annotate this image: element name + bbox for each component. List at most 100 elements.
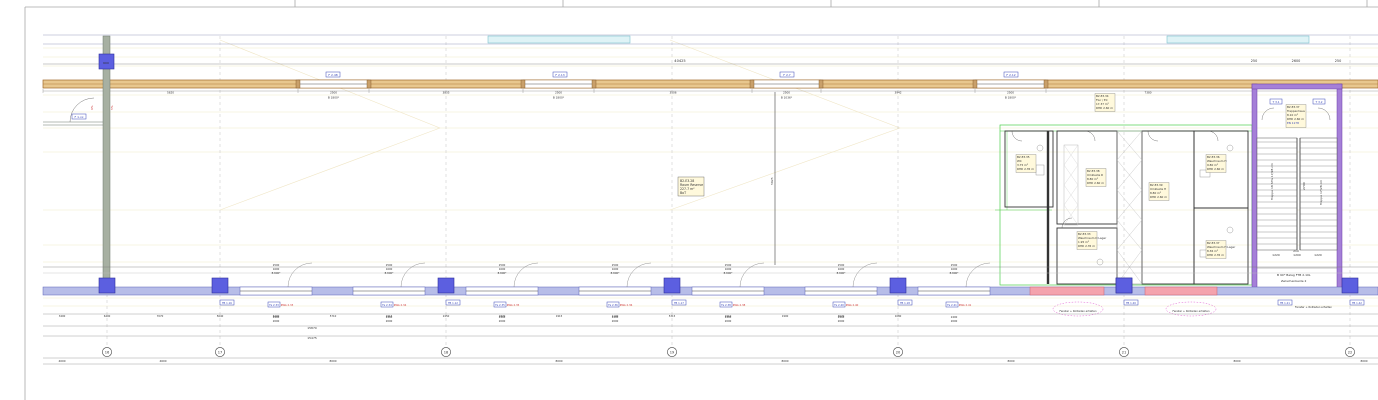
axis-spacing-6: 8000 xyxy=(1233,359,1240,363)
bottom-column-4 xyxy=(889,277,907,294)
bottom-total-2: 15475 xyxy=(307,336,317,340)
bottom-door-dim-c-5: B 800* xyxy=(837,271,847,275)
top-mullion-7 xyxy=(1043,79,1049,89)
bottom-chain-8: 1870 xyxy=(499,314,506,318)
top-mullion-1 xyxy=(366,79,372,89)
sanitary-block xyxy=(995,124,1253,286)
room-height-6: RHD 2.35 m xyxy=(1078,244,1095,248)
top-seg-len-0: 5620 xyxy=(167,91,174,95)
top-mullion-3 xyxy=(591,79,597,89)
svg-text:F 1.xx: F 1.xx xyxy=(74,115,83,119)
bottom-window-h-4: 2000 xyxy=(725,319,732,323)
lower-note-1: Fenster + Rollladen erhalten xyxy=(1059,309,1096,313)
svg-text:5%: 5% xyxy=(110,105,114,110)
stair-mark-3: 1220 xyxy=(1314,253,1322,257)
bottom-window-h-5: 2000 xyxy=(838,319,845,323)
svg-text:T 3.1: T 3.1 xyxy=(1271,100,1279,104)
overall-dim-text: 40425 xyxy=(674,59,685,63)
bottom-door-dim-a-4: 2500 xyxy=(725,263,732,267)
window-tag-top-4: F 2.12 xyxy=(1006,73,1015,77)
bottom-chain-6: 1915 xyxy=(386,314,393,318)
stair-note: B 90* Belag FTB 2.10L xyxy=(1277,273,1311,277)
window-tag-top-1: F 2.48 xyxy=(328,73,337,77)
floor-plan-sheet: 40425 250 2600 250 F 2.48 F 2.13 F 2.7 F… xyxy=(0,0,1378,400)
room-height-0: RHD 2.60 m xyxy=(1096,106,1113,110)
stair-width: 1200 xyxy=(1293,253,1301,257)
bottom-window-note-3: RWA 2.36 xyxy=(620,303,633,307)
axis-label-16: 16 xyxy=(105,351,110,355)
bottom-chain-4: 6400 xyxy=(273,314,280,318)
bottom-window-tag-5: Fe 2.40 xyxy=(834,303,844,307)
bottom-door-dim-b-6: 1600 xyxy=(951,267,958,271)
small-tag-3: FB 1.18 xyxy=(900,301,910,305)
bottom-door-dim-b-1: 1600 xyxy=(386,267,393,271)
bottom-window-tag-4: Fe 2.38 xyxy=(721,303,731,307)
top-seg-len-5: 2500 xyxy=(783,91,790,95)
svg-text:600: 600 xyxy=(103,61,109,65)
bottom-window-note-0: RWA 2.33 xyxy=(281,303,294,307)
axis-label-22: 22 xyxy=(1348,351,1353,355)
top-seg-len-8: 7380 xyxy=(1144,91,1151,95)
bottom-window-h-3: 2000 xyxy=(612,319,619,323)
construction-diagonals xyxy=(219,39,901,211)
lower-note-3: Fenster + Rollladen erhalten xyxy=(1295,305,1332,309)
top-dimension-chain: 5620 2500B 1800*3835 2500B 1800*3506 2500B … xyxy=(42,89,1378,100)
bottom-window-tag-0: Fe 2.33 xyxy=(269,303,279,307)
bottom-chain-5: 5710 xyxy=(330,314,337,318)
bottom-column-0 xyxy=(98,277,116,294)
bottom-door-arc-3 xyxy=(626,262,652,288)
axis-spacing-0: 4000 xyxy=(58,359,65,363)
axis-spacing-dimensions: 4000 4600 8000 8000 8000 8000 8000 8000 xyxy=(58,359,1367,363)
bottom-chain-11: 5315 xyxy=(669,314,676,318)
bottom-door-dim-a-1: 2500 xyxy=(386,263,393,267)
top-mullion-6 xyxy=(972,79,978,89)
bottom-window-note-2: RWA 2.35 xyxy=(507,303,520,307)
bottom-chain-0: 3400 xyxy=(59,314,66,318)
bottom-window-h-1: 2000 xyxy=(386,319,393,323)
axis-spacing-2: 8000 xyxy=(329,359,336,363)
bottom-chain-7: 2450 xyxy=(443,314,450,318)
bottom-door-dim-a-6: 2500 xyxy=(951,263,958,267)
top-facade-wall xyxy=(42,79,1378,89)
lower-note-2: Fenster + Rollladen erhalten xyxy=(1172,309,1209,313)
right-dim-3: 250 xyxy=(1335,59,1341,63)
bottom-window-note-4: RWA 2.38 xyxy=(733,303,746,307)
axis-label-21: 21 xyxy=(1122,351,1127,355)
mid-dim-text: 5925 xyxy=(770,177,774,185)
bottom-door-dim-b-0: 1600 xyxy=(273,267,280,271)
bottom-door-dim-c-0: B 800* xyxy=(272,271,282,275)
right-dim-1: 250 xyxy=(1251,59,1257,63)
bottom-door-dim-b-4: 1600 xyxy=(725,267,732,271)
top-seg-len-3: 2500 xyxy=(555,91,562,95)
axis-label-19: 19 xyxy=(670,351,675,355)
floor-plan-drawing: 40425 250 2600 250 F 2.48 F 2.13 F 2.7 F… xyxy=(24,0,1378,400)
top-mullion-0 xyxy=(295,79,301,89)
sheet-frame xyxy=(24,0,1378,400)
stair-mark-1: 210 xyxy=(1293,249,1299,253)
axis-spacing-4: 8000 xyxy=(781,359,788,363)
bottom-window-tag-3: Fe 2.36 xyxy=(608,303,618,307)
small-tag-2: FB 1.17 xyxy=(674,301,684,305)
small-tag-4: FB 1.20 xyxy=(1126,301,1136,305)
small-tag-0: FB 1.16 xyxy=(222,301,232,305)
bottom-window-h-0: 2000 xyxy=(273,319,280,323)
room-height-4: RHD 2.60 m xyxy=(1150,195,1167,199)
axis-spacing-5: 8000 xyxy=(1007,359,1014,363)
bottom-door-arc-0 xyxy=(287,262,313,288)
stair-mark-2: 1220 xyxy=(1272,253,1280,257)
bottom-window-h-2: 2000 xyxy=(499,319,506,323)
bottom-chain-3: 5640 xyxy=(217,314,224,318)
overall-dimension: 40425 250 2600 250 xyxy=(43,59,1378,65)
main-room-label: B2.E3.28 Raum Reserve 227.7 m² BoT xyxy=(677,176,705,197)
bottom-door-dim-a-0: 2500 xyxy=(273,263,280,267)
bottom-door-arc-4 xyxy=(739,262,765,288)
bottom-door-dim-c-3: B 800* xyxy=(611,271,621,275)
top-seg-sub-1: B 1800* xyxy=(328,96,340,100)
small-tag-5: FB 1.21 xyxy=(1280,301,1290,305)
svg-text:6%: 6% xyxy=(90,105,94,110)
bottom-door-dim-c-4: B 800* xyxy=(724,271,734,275)
stair-height: 2700 xyxy=(1302,182,1306,190)
axis-label-18: 18 xyxy=(444,351,449,355)
bottom-chain-9: 1915 xyxy=(556,314,563,318)
room-height-7: RHD 2.35 m xyxy=(1207,253,1224,257)
